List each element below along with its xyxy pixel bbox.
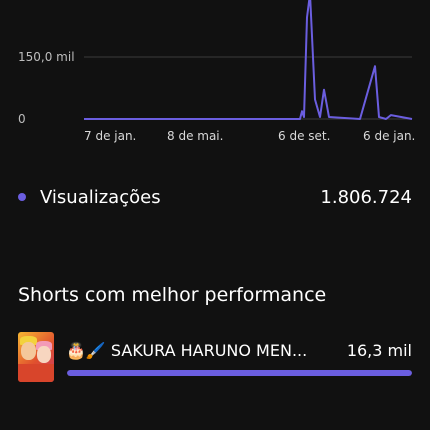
series-dot-icon (18, 193, 26, 201)
short-title: 🎂🖌️ SAKURA HARUNO MEN... (66, 341, 308, 360)
y-tick-label: 150,0 mil (18, 50, 75, 64)
x-tick-label: 8 de mai. (167, 129, 224, 143)
metric-row-views[interactable]: Visualizações 1.806.724 (18, 182, 412, 212)
short-views-bar (67, 370, 412, 376)
x-tick-label: 6 de set. (278, 129, 331, 143)
views-chart: 150,0 mil 0 (18, 0, 413, 126)
metric-value: 1.806.724 (320, 186, 412, 208)
short-item[interactable]: 🎂🖌️ SAKURA HARUNO MEN... 16,3 mil (18, 332, 412, 384)
views-series-line (84, 0, 413, 120)
short-views: 16,3 mil (346, 341, 412, 360)
x-tick-label: 7 de jan. (84, 129, 137, 143)
y-tick-label: 0 (18, 112, 26, 126)
section-title: Shorts com melhor performance (18, 284, 327, 306)
short-thumbnail[interactable] (18, 332, 54, 382)
metric-label: Visualizações (40, 186, 161, 208)
short-views-bar-fill (67, 370, 412, 376)
x-tick-label: 6 de jan. (363, 129, 416, 143)
